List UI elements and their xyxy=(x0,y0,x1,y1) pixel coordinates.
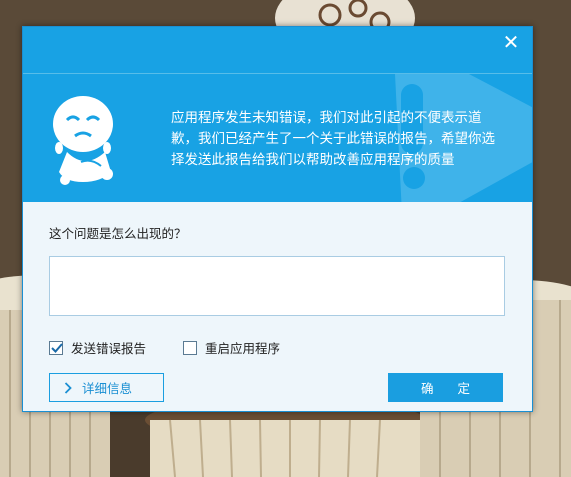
restart-app-label: 重启应用程序 xyxy=(205,341,281,356)
chevron-right-icon xyxy=(64,381,72,394)
problem-description-input[interactable] xyxy=(49,256,505,316)
details-button[interactable]: 详细信息 xyxy=(49,373,164,402)
dialog-titlebar: ✕ xyxy=(23,27,532,74)
restart-app-checkbox[interactable] xyxy=(183,340,197,355)
error-report-dialog: ✕ 应用程序发生未知错误，我们对此引起的不便表示道歉，我们已经产生了一个关于此错… xyxy=(22,26,533,412)
dialog-body: 这个问题是怎么出现的？ 发送错误报告 重启应用程序 详细信息 确 定 xyxy=(23,202,532,411)
checkmark-icon xyxy=(51,342,63,353)
restart-app-checkbox-row[interactable]: 重启应用程序 xyxy=(183,338,280,357)
crying-mascot-icon xyxy=(53,96,113,185)
question-label: 这个问题是怎么出现的？ xyxy=(49,226,187,241)
send-report-label: 发送错误报告 xyxy=(71,341,147,356)
details-button-label: 详细信息 xyxy=(82,381,133,396)
close-icon[interactable]: ✕ xyxy=(503,30,520,54)
send-report-checkbox-row[interactable]: 发送错误报告 xyxy=(49,338,146,357)
error-message: 应用程序发生未知错误，我们对此引起的不便表示道歉，我们已经产生了一个关于此错误的… xyxy=(171,110,495,168)
send-report-checkbox[interactable] xyxy=(49,340,63,355)
ok-button[interactable]: 确 定 xyxy=(388,373,503,402)
close-button[interactable]: ✕ xyxy=(500,31,522,53)
dialog-banner: 应用程序发生未知错误，我们对此引起的不便表示道歉，我们已经产生了一个关于此错误的… xyxy=(23,74,532,202)
